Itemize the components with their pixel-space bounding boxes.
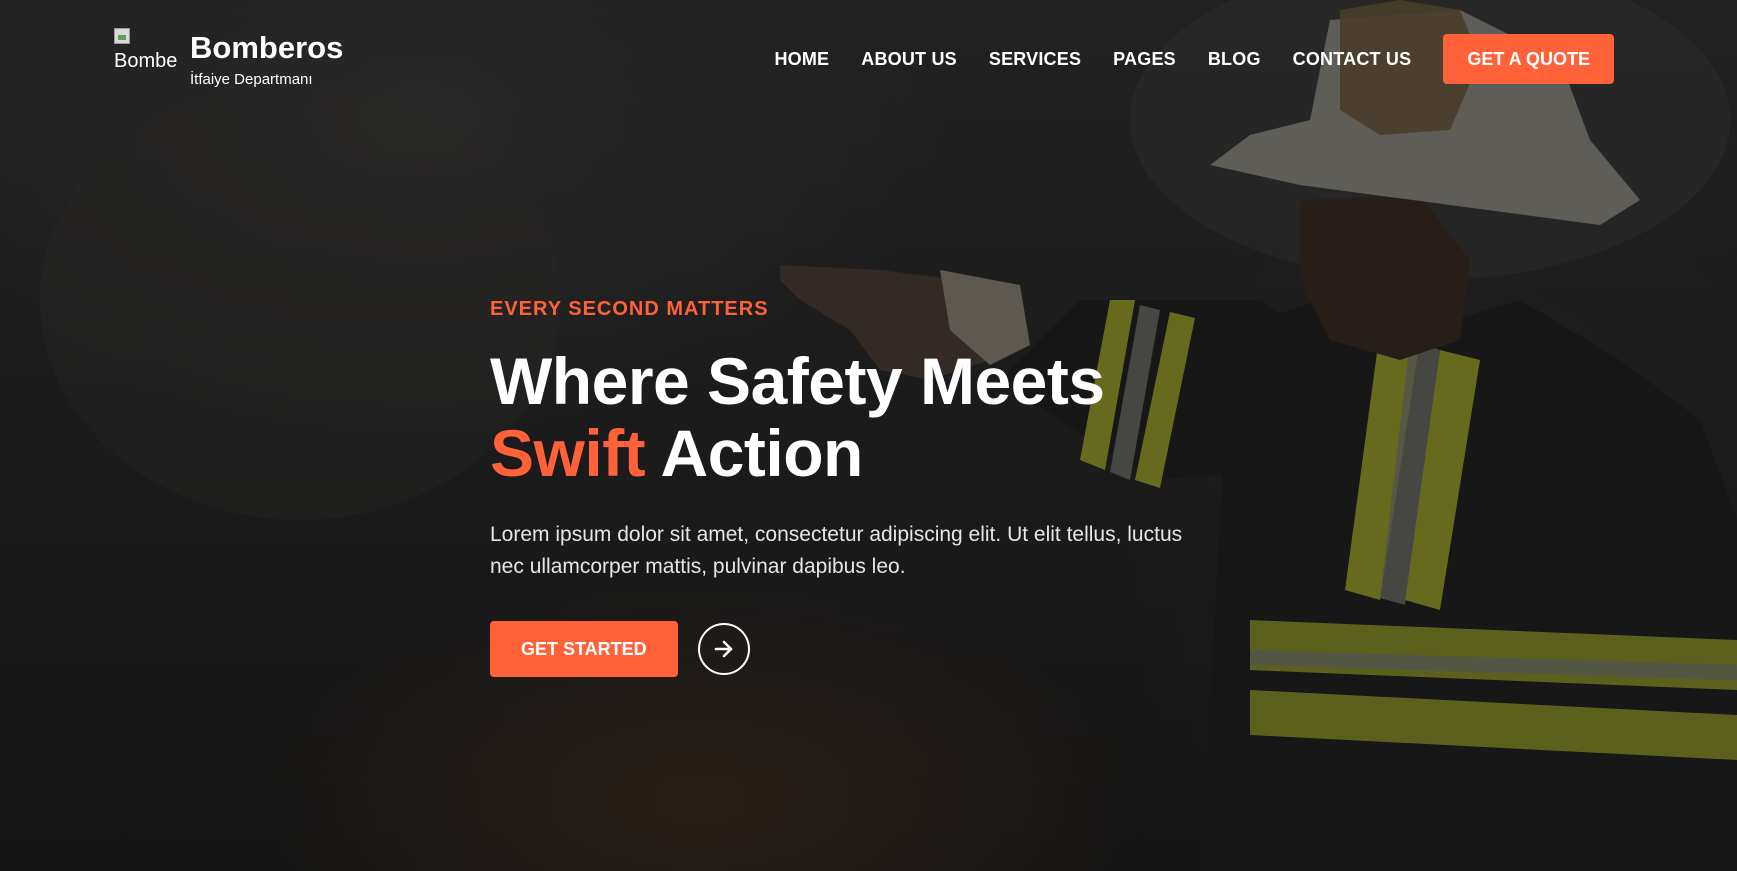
brand[interactable]: Bomberos Logo Bomberos İtfaiye Departman… [114, 28, 343, 92]
nav-item-about-us[interactable]: ABOUT US [861, 49, 957, 70]
logo-image[interactable]: Bomberos Logo [114, 28, 178, 90]
nav-item-blog[interactable]: BLOG [1208, 49, 1261, 70]
arrow-right-button[interactable] [697, 623, 750, 675]
hero-title-rest: Action [660, 416, 864, 490]
hero-description-line1: Lorem ipsum dolor sit amet, consectetur … [490, 523, 1183, 546]
brand-subtitle: İtfaiye Departmanı [190, 71, 313, 88]
brand-name[interactable]: Bomberos [190, 28, 343, 68]
hero-description-line2: nec ullamcorper mattis, pulvinar dapibus… [490, 555, 906, 578]
broken-image-icon [114, 28, 130, 44]
nav-item-contact-us[interactable]: CONTACT US [1293, 49, 1412, 70]
hero-section: Bomberos Logo Bomberos İtfaiye Departman… [0, 0, 1737, 871]
logo-alt-text: Bomberos Logo [114, 50, 178, 72]
hero-actions: GET STARTED [490, 621, 1250, 677]
hero-title: Where Safety Meets Swift Action [490, 345, 1250, 489]
nav-item-pages[interactable]: PAGES [1113, 49, 1176, 70]
hero-description: Lorem ipsum dolor sit amet, consectetur … [490, 519, 1250, 583]
main-nav: HOME ABOUT US SERVICES PAGES BLOG CONTAC… [774, 34, 1614, 84]
nav-item-home[interactable]: HOME [774, 49, 829, 70]
hero-eyebrow: EVERY SECOND MATTERS [490, 298, 769, 320]
nav-item-services[interactable]: SERVICES [989, 49, 1081, 70]
get-a-quote-button[interactable]: GET A QUOTE [1443, 34, 1614, 84]
get-started-button[interactable]: GET STARTED [490, 621, 678, 677]
hero-title-line1: Where Safety Meets [490, 344, 1105, 418]
brand-text: Bomberos İtfaiye Departmanı [190, 28, 343, 92]
site-header: Bomberos Logo Bomberos İtfaiye Departman… [0, 0, 1737, 120]
arrow-right-icon [714, 640, 732, 658]
hero-content: EVERY SECOND MATTERS Where Safety Meets … [490, 295, 1250, 677]
hero-title-accent: Swift [490, 416, 646, 490]
